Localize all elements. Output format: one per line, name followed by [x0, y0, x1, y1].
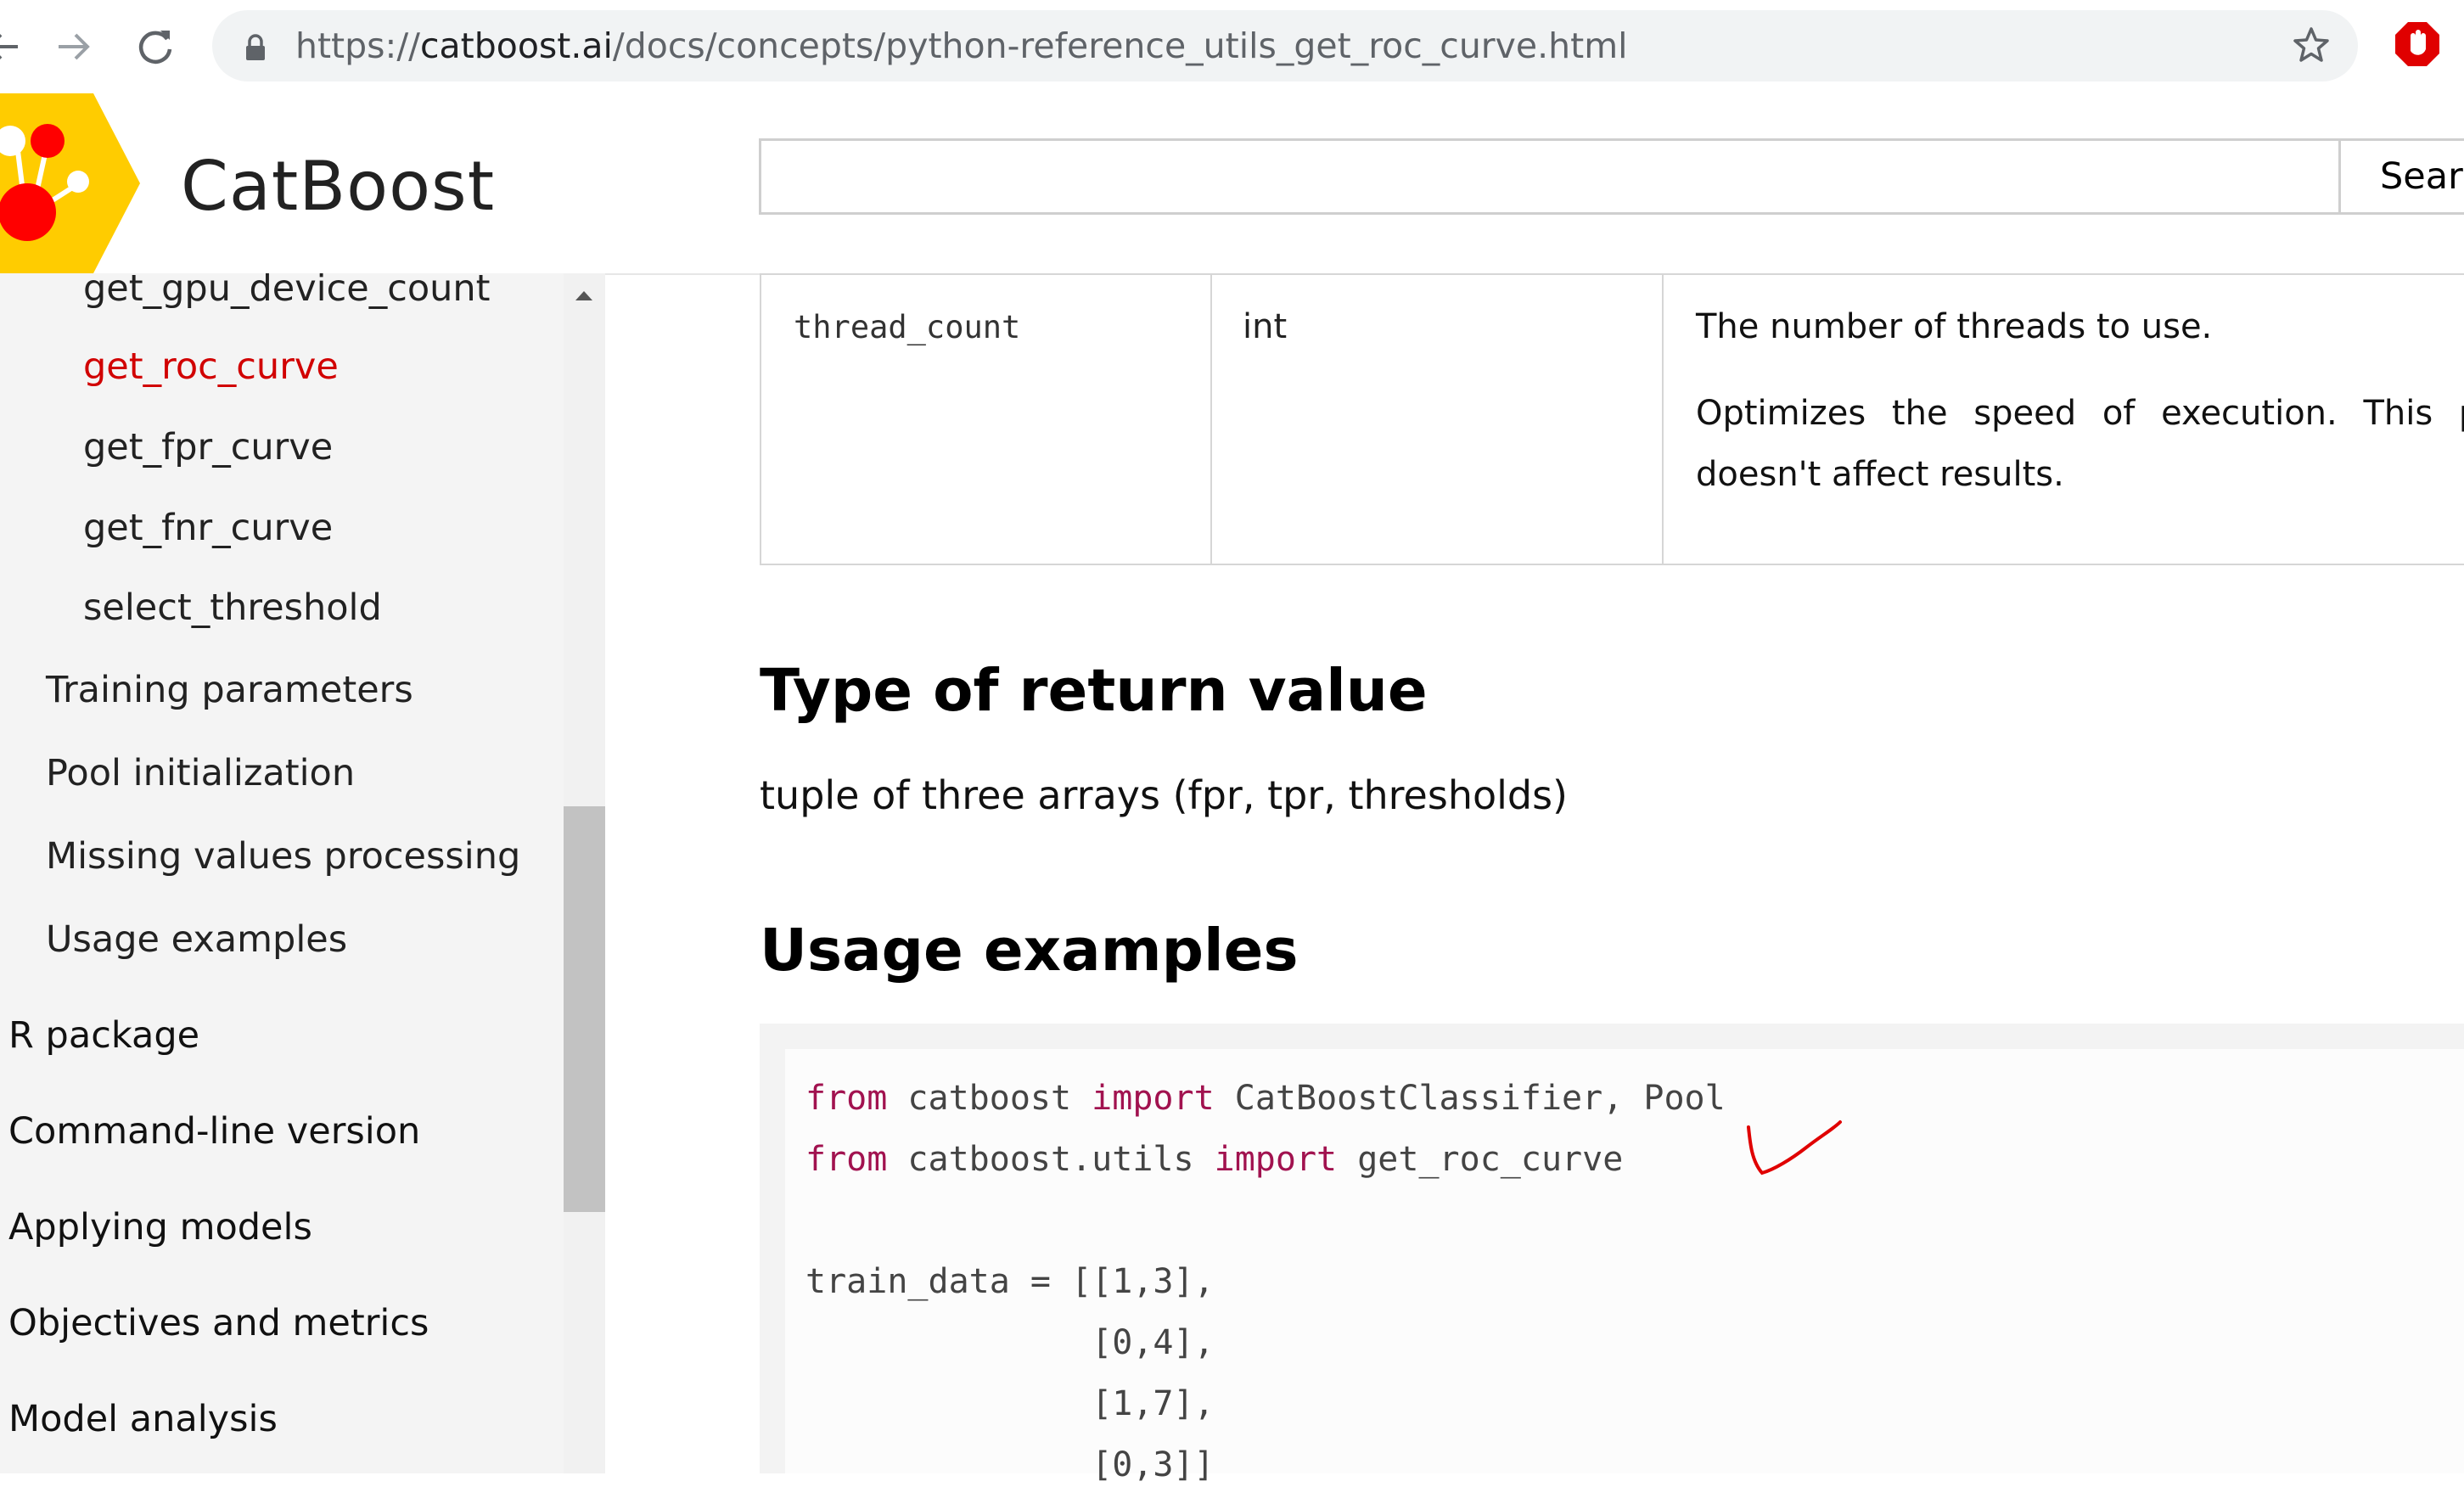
- return-value-text: tuple of three arrays (fpr, tpr, thresho…: [760, 772, 1569, 818]
- back-arrow-icon: [0, 34, 18, 59]
- code-line-1: from catboost import CatBoostClassifier,…: [805, 1076, 1726, 1120]
- url-path: /docs/concepts/python-reference_utils_ge…: [612, 25, 1628, 66]
- code-line-6: [1,7],: [805, 1384, 1215, 1423]
- param-name: thread_count: [794, 309, 1021, 345]
- sidebar-item-model-analysis[interactable]: Model analysis: [8, 1395, 278, 1443]
- catboost-logo-icon[interactable]: [0, 93, 144, 273]
- param-description-line2: Optimizes the speed of execution. This p…: [1696, 394, 2464, 433]
- search-input[interactable]: [759, 138, 2341, 215]
- sidebar-item-training-parameters[interactable]: Training parameters: [46, 666, 413, 714]
- sidebar-item-get-gpu-device-count[interactable]: get_gpu_device_count: [83, 273, 491, 312]
- usage-examples-heading: Usage examples: [760, 917, 1299, 985]
- param-description-cell: The number of threads to use. Optimizes …: [1662, 273, 2464, 565]
- code-keyword: from: [805, 1140, 888, 1179]
- sidebar-item-get-fpr-curve[interactable]: get_fpr_curve: [83, 424, 333, 471]
- sidebar-item-get-roc-curve[interactable]: get_roc_curve: [83, 343, 339, 390]
- code-line-2: from catboost.utils import get_roc_curve: [805, 1137, 1623, 1181]
- lock-icon: [246, 34, 265, 60]
- forward-arrow-icon: [59, 33, 90, 60]
- reload-button[interactable]: [127, 19, 183, 75]
- sidebar-item-usage-examples[interactable]: Usage examples: [46, 916, 347, 963]
- code-text: catboost.utils: [887, 1140, 1215, 1179]
- code-keyword: import: [1092, 1079, 1215, 1118]
- sidebar-item-r-package[interactable]: R package: [8, 1012, 199, 1059]
- code-text: get_roc_curve: [1337, 1140, 1624, 1179]
- brand-title[interactable]: CatBoost: [181, 146, 495, 227]
- search-button[interactable]: Sear: [2341, 138, 2464, 215]
- sidebar-item-pool-initialization[interactable]: Pool initialization: [46, 749, 355, 797]
- url-scheme: https://: [295, 25, 420, 66]
- sidebar-item-objectives-and-metrics[interactable]: Objectives and metrics: [8, 1299, 429, 1347]
- param-type: int: [1243, 307, 1288, 346]
- code-keyword: from: [805, 1079, 888, 1118]
- code-line-7: [0,3]]: [805, 1445, 1215, 1484]
- code-keyword: import: [1214, 1140, 1338, 1179]
- scroll-up-arrow-icon[interactable]: [574, 289, 594, 302]
- sidebar-item-applying-models[interactable]: Applying models: [8, 1204, 312, 1251]
- reload-icon: [138, 31, 172, 65]
- handwritten-checkmark-annotation: [1747, 1120, 1842, 1176]
- code-line-4: train_data = [[1,3],: [805, 1262, 1215, 1301]
- forward-button[interactable]: [46, 19, 102, 75]
- adblock-extension-icon[interactable]: [2394, 20, 2441, 68]
- sidebar-scrollbar-thumb[interactable]: [564, 806, 605, 1212]
- param-description-line1: The number of threads to use.: [1696, 307, 2213, 346]
- sidebar-item-get-fnr-curve[interactable]: get_fnr_curve: [83, 504, 333, 552]
- code-text: CatBoostClassifier, Pool: [1214, 1079, 1726, 1118]
- address-bar[interactable]: https://catboost.ai/docs/concepts/python…: [212, 10, 2358, 81]
- browser-toolbar: https://catboost.ai/docs/concepts/python…: [0, 0, 2464, 95]
- url-host: catboost.ai: [419, 25, 613, 66]
- sidebar-item-missing-values-processing[interactable]: Missing values processing: [46, 833, 520, 880]
- sidebar-item-command-line-version[interactable]: Command-line version: [8, 1108, 420, 1155]
- back-button[interactable]: [0, 19, 31, 75]
- code-line-5: [0,4],: [805, 1323, 1215, 1362]
- sidebar-nav: get_gpu_device_count get_roc_curve get_f…: [0, 273, 605, 1473]
- sidebar-item-select-threshold[interactable]: select_threshold: [83, 584, 382, 631]
- bookmark-star-icon[interactable]: [2292, 25, 2331, 65]
- return-value-heading: Type of return value: [760, 657, 1428, 725]
- param-name-cell: thread_count: [760, 273, 1212, 565]
- table-row: thread_count int The number of threads t…: [760, 273, 2464, 565]
- param-description-line3: doesn't affect results.: [1696, 455, 2064, 494]
- param-type-cell: int: [1210, 273, 1664, 565]
- site-header: CatBoost Sear: [0, 93, 2464, 275]
- code-text: catboost: [887, 1079, 1092, 1118]
- parameters-table: thread_count int The number of threads t…: [760, 273, 2464, 565]
- url-text: https://catboost.ai/docs/concepts/python…: [295, 22, 1628, 70]
